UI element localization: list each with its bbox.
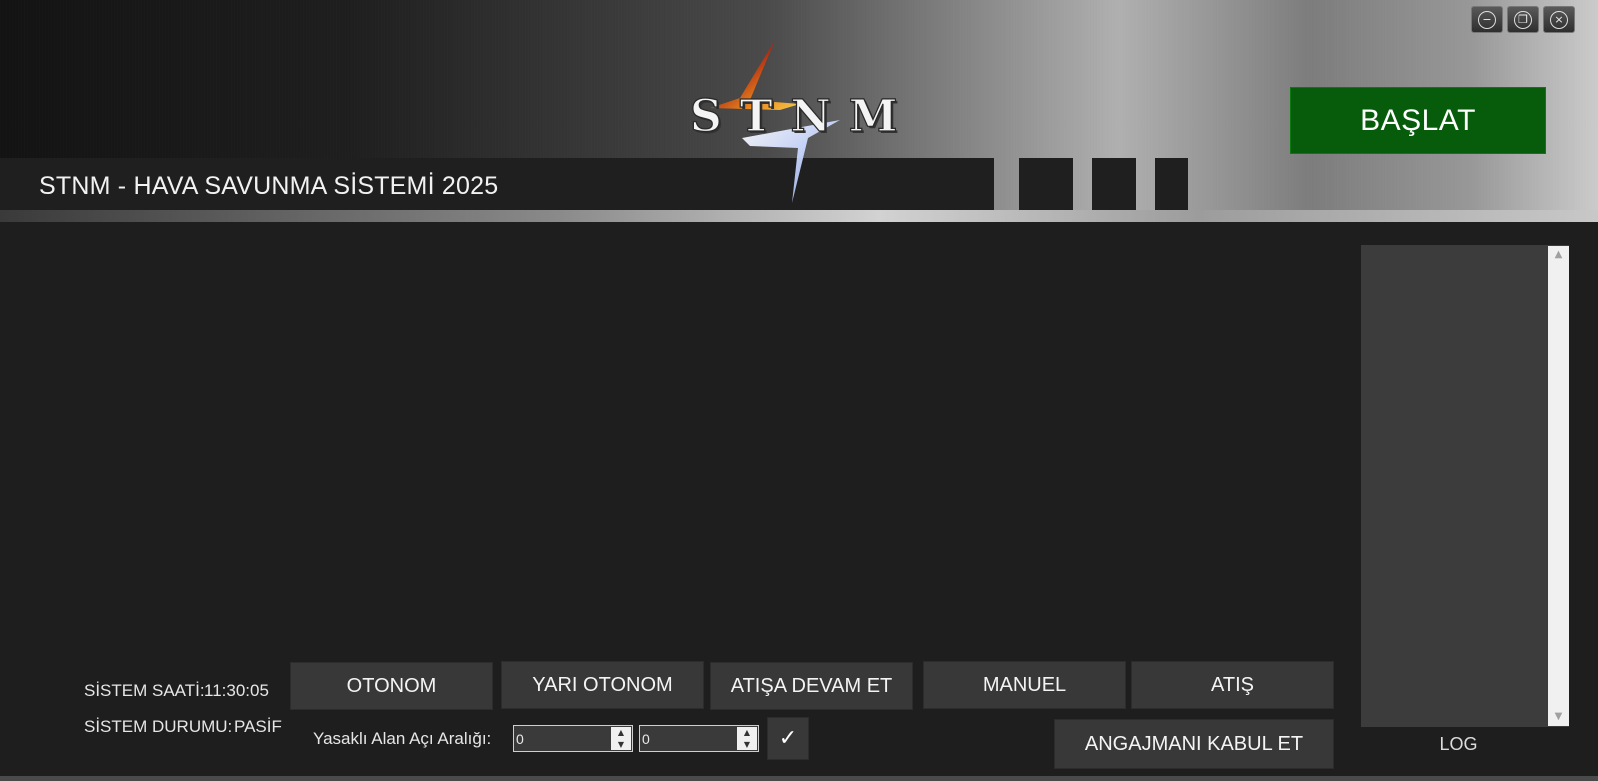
- log-label: LOG: [1439, 734, 1478, 754]
- bottom-edge: [0, 776, 1598, 781]
- chevron-up-icon[interactable]: ▲: [737, 727, 757, 739]
- accept-engagement-button[interactable]: ANGAJMANI KABUL ET: [1054, 719, 1334, 769]
- start-button[interactable]: BAŞLAT: [1290, 87, 1546, 154]
- chevron-down-icon[interactable]: ▼: [611, 739, 631, 751]
- checkmark-icon: ✓: [778, 726, 798, 751]
- forbidden-zone-label: Yasaklı Alan Açı Aralığı:: [313, 729, 492, 748]
- header-box-1: [1019, 158, 1073, 210]
- scroll-up-icon[interactable]: ▲: [1548, 246, 1569, 264]
- radar-display-area[interactable]: [0, 222, 1360, 652]
- close-button[interactable]: ×: [1543, 6, 1575, 33]
- forbidden-min-input[interactable]: [516, 728, 612, 749]
- system-state-label: SİSTEM DURUMU:: [84, 717, 233, 736]
- semi-autonomous-button[interactable]: YARI OTONOM: [501, 661, 704, 709]
- chevron-down-icon[interactable]: ▼: [737, 739, 757, 751]
- scroll-down-icon[interactable]: ▼: [1548, 708, 1569, 726]
- autonomous-button[interactable]: OTONOM: [290, 662, 493, 710]
- forbidden-max-input[interactable]: [642, 728, 738, 749]
- system-time-value: 11:30:05: [204, 681, 269, 700]
- header-divider: [0, 210, 1598, 222]
- fire-button[interactable]: ATIŞ: [1131, 661, 1334, 709]
- log-panel[interactable]: [1361, 245, 1569, 727]
- header-box-2: [1092, 158, 1136, 210]
- forbidden-min-stepper[interactable]: ▲ ▼: [513, 725, 633, 752]
- chevron-up-icon[interactable]: ▲: [611, 727, 631, 739]
- minimize-icon: −: [1478, 10, 1496, 29]
- restore-icon: ❐: [1514, 10, 1532, 29]
- app-title: STNM - HAVA SAVUNMA SİSTEMİ 2025: [39, 172, 499, 200]
- continue-fire-button[interactable]: ATIŞA DEVAM ET: [710, 662, 913, 710]
- stepper-arrows[interactable]: ▲ ▼: [737, 727, 757, 750]
- system-state-value: PASİF: [234, 717, 282, 736]
- restore-button[interactable]: ❐: [1507, 6, 1539, 33]
- forbidden-max-stepper[interactable]: ▲ ▼: [639, 725, 759, 752]
- logo-text: STNM: [689, 90, 916, 142]
- log-scrollbar[interactable]: ▲ ▼: [1548, 246, 1569, 726]
- close-icon: ×: [1550, 10, 1568, 29]
- confirm-button[interactable]: ✓: [767, 717, 809, 760]
- system-time-label: SİSTEM SAATİ:: [84, 681, 205, 700]
- manual-button[interactable]: MANUEL: [923, 661, 1126, 709]
- stepper-arrows[interactable]: ▲ ▼: [611, 727, 631, 750]
- minimize-button[interactable]: −: [1471, 6, 1503, 33]
- header-box-3: [1155, 158, 1188, 210]
